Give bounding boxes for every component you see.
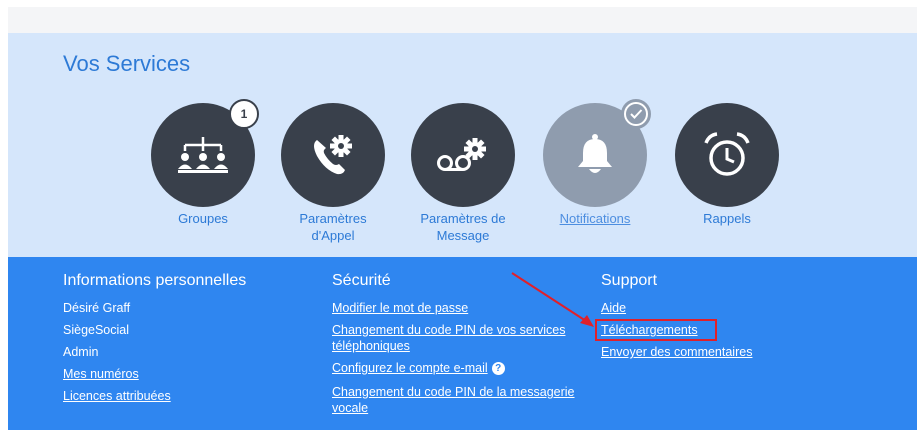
rappels-circle[interactable] xyxy=(675,103,779,207)
my-numbers-link[interactable]: Mes numéros xyxy=(63,366,246,382)
user-site: SiègeSocial xyxy=(63,323,130,337)
help-icon[interactable]: ? xyxy=(491,362,505,376)
notifications-check-badge xyxy=(621,99,651,129)
configure-email-link[interactable]: Configurez le compte e-mail xyxy=(332,361,488,375)
downloads-highlight-box xyxy=(595,319,717,341)
groupes-label[interactable]: Groupes xyxy=(138,210,268,227)
personal-info-title: Informations personnelles xyxy=(63,272,247,289)
support-title: Support xyxy=(601,272,658,289)
services-panel: Vos Services 1 Groupes Paramètres d'Appe… xyxy=(8,33,917,257)
top-bar xyxy=(8,7,917,33)
groupes-circle[interactable]: 1 xyxy=(151,99,259,207)
notifications-label[interactable]: Notifications xyxy=(530,210,660,227)
help-link[interactable]: Aide xyxy=(601,300,752,316)
personal-info-column: Informations personnelles Désiré Graff S… xyxy=(63,272,246,410)
hierarchy-icon xyxy=(178,137,228,173)
phone-gear-icon xyxy=(314,135,352,175)
voicemail-gear-icon xyxy=(437,138,486,171)
voicemail-pin-link[interactable]: Changement du code PIN de la messagerie … xyxy=(332,384,587,416)
call-settings-label[interactable]: Paramètres d'Appel xyxy=(293,210,373,244)
groupes-count-badge: 1 xyxy=(229,99,259,129)
feedback-link[interactable]: Envoyer des commentaires xyxy=(601,344,752,360)
service-notifications[interactable]: Notifications xyxy=(530,99,660,227)
rappels-label[interactable]: Rappels xyxy=(662,210,792,227)
configure-email-row: Configurez le compte e-mail? xyxy=(332,360,587,376)
service-message-settings[interactable]: Paramètres de Message xyxy=(398,103,528,244)
call-settings-circle[interactable] xyxy=(281,103,385,207)
user-role: Admin xyxy=(63,345,99,359)
service-call-settings[interactable]: Paramètres d'Appel xyxy=(268,103,398,244)
notifications-circle[interactable] xyxy=(543,99,651,207)
check-icon xyxy=(630,109,643,119)
service-groupes[interactable]: 1 Groupes xyxy=(138,99,268,227)
message-settings-label[interactable]: Paramètres de Message xyxy=(415,210,511,244)
service-rappels[interactable]: Rappels xyxy=(662,103,792,227)
message-settings-circle[interactable] xyxy=(411,103,515,207)
services-title: Vos Services xyxy=(63,51,191,76)
licenses-link[interactable]: Licences attribuées xyxy=(63,388,246,404)
footer: Informations personnelles Désiré Graff S… xyxy=(8,257,917,430)
bell-icon xyxy=(578,134,612,173)
annotation-arrow-icon xyxy=(511,272,594,327)
alarm-clock-icon xyxy=(704,132,750,176)
user-name: Désiré Graff xyxy=(63,301,131,315)
